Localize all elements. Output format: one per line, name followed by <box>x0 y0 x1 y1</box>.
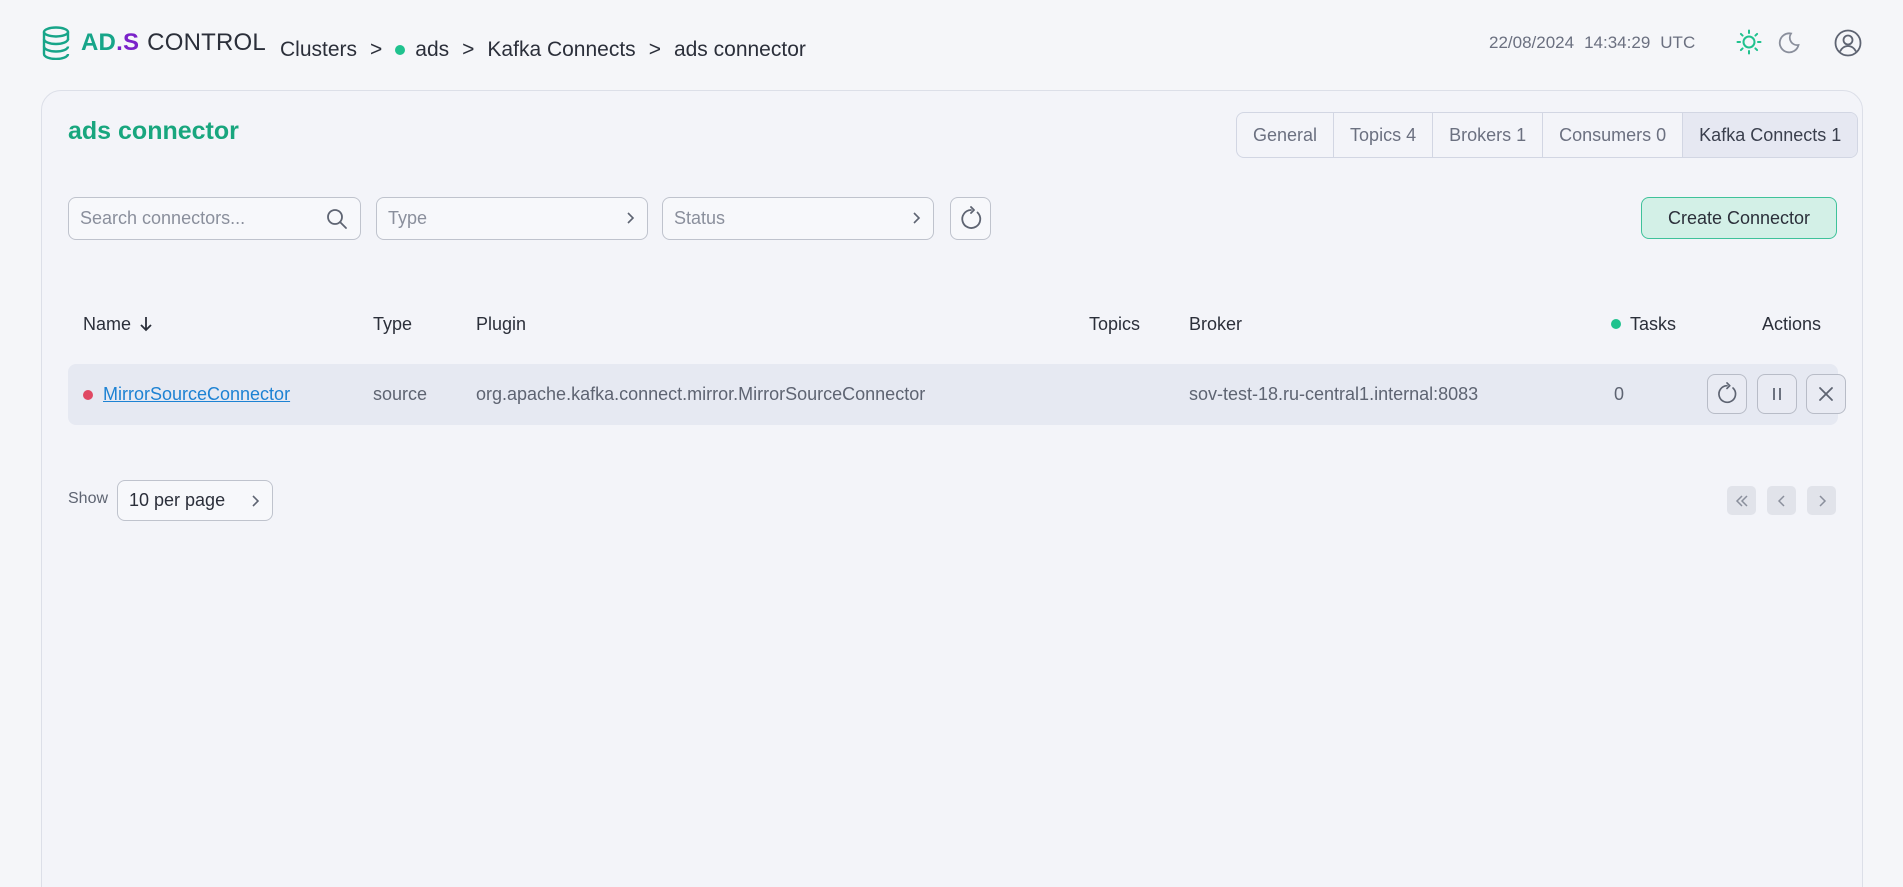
app-header: AD. S CONTROL Clusters > ads > Kafka Conn… <box>0 0 1903 90</box>
database-logo-icon <box>42 26 70 60</box>
tab-general[interactable]: General <box>1237 113 1335 157</box>
time-text: 14:34:29 <box>1584 33 1651 52</box>
column-broker-header: Broker <box>1189 313 1243 334</box>
page-title: ads connector <box>68 117 239 145</box>
tab-consumers[interactable]: Consumers 0 <box>1543 113 1684 157</box>
moon-icon <box>1778 32 1800 54</box>
breadcrumb: Clusters > ads > Kafka Connects > ads co… <box>280 38 806 62</box>
breadcrumb-separator: > <box>462 38 475 61</box>
connector-status-dot <box>83 389 93 400</box>
next-page-button[interactable] <box>1807 486 1836 515</box>
connector-type-cell: source <box>373 384 428 404</box>
refresh-button[interactable] <box>950 197 991 240</box>
timezone-text: UTC <box>1660 33 1696 52</box>
double-chevron-left-icon <box>1735 494 1748 507</box>
column-name-header[interactable]: Name <box>83 309 154 339</box>
table-row: MirrorSourceConnector source org.apache.… <box>68 364 1846 425</box>
connector-card: ads connector General Topics 4 Brokers 1… <box>41 90 1863 887</box>
chevron-left-icon <box>1777 494 1785 507</box>
create-connector-button[interactable]: Create Connector <box>1641 197 1837 239</box>
breadcrumb-clusters[interactable]: Clusters <box>280 38 357 62</box>
type-filter-placeholder: Type <box>388 208 428 228</box>
server-datetime: 22/08/2024 14:34:29 UTC <box>1489 33 1695 53</box>
restart-icon <box>1718 382 1737 404</box>
table-header: Name Type Plugin Topics Broker Tasks Act… <box>68 309 1838 339</box>
tab-topics[interactable]: Topics 4 <box>1334 113 1434 157</box>
search-icon[interactable] <box>325 207 349 231</box>
tab-brokers[interactable]: Brokers 1 <box>1433 113 1544 157</box>
date-text: 22/08/2024 <box>1489 33 1575 52</box>
search-box <box>68 197 361 240</box>
column-tasks-header: Tasks <box>1611 309 1676 339</box>
logo-ad: AD <box>81 29 117 56</box>
column-plugin-header: Plugin <box>476 313 527 334</box>
breadcrumb-cluster-ads[interactable]: ads <box>415 38 449 62</box>
pause-icon <box>1773 388 1781 400</box>
logo-text: AD. S CONTROL <box>81 29 266 57</box>
restart-connector-button[interactable] <box>1707 374 1747 414</box>
pause-connector-button[interactable] <box>1757 374 1797 414</box>
connector-tasks-cell: 0 <box>1613 384 1624 404</box>
search-input[interactable] <box>69 208 309 229</box>
cluster-status-dot <box>395 45 406 55</box>
type-filter-select[interactable]: Type <box>376 197 648 240</box>
chevron-right-icon <box>913 212 921 224</box>
tab-kafka-connects[interactable]: Kafka Connects 1 <box>1683 113 1858 157</box>
column-topics-header: Topics <box>1089 313 1141 334</box>
delete-connector-button[interactable] <box>1806 374 1846 414</box>
column-actions-header: Actions <box>1762 313 1822 334</box>
tasks-status-dot <box>1611 319 1621 329</box>
logo-s: S <box>122 29 140 56</box>
logo-control: CONTROL <box>147 29 266 56</box>
breadcrumb-kafka-connects[interactable]: Kafka Connects <box>487 38 635 62</box>
breadcrumb-current: ads connector <box>673 38 806 61</box>
column-type-header: Type <box>373 313 413 334</box>
user-icon <box>1834 29 1862 57</box>
per-page-select[interactable]: 10 per page <box>117 480 273 521</box>
cluster-tabs: General Topics 4 Brokers 1 Consumers 0 K… <box>1236 112 1859 158</box>
column-name-label: Name <box>83 313 132 334</box>
column-tasks-label: Tasks <box>1630 313 1677 334</box>
dark-theme-button[interactable] <box>1777 31 1801 55</box>
show-label: Show <box>68 490 109 507</box>
per-page-value: 10 per page <box>129 490 226 510</box>
user-menu-button[interactable] <box>1834 29 1862 57</box>
status-filter-placeholder: Status <box>674 208 726 228</box>
sort-down-icon <box>140 317 152 332</box>
connector-plugin-cell: org.apache.kafka.connect.mirror.MirrorSo… <box>476 384 926 404</box>
connector-broker-cell: sov-test-18.ru-central1.internal:8083 <box>1189 384 1479 404</box>
refresh-icon <box>960 205 981 229</box>
breadcrumb-separator: > <box>648 38 661 61</box>
close-icon <box>1819 387 1833 401</box>
status-filter-select[interactable]: Status <box>662 197 934 240</box>
chevron-right-icon <box>1818 494 1826 507</box>
connector-name-cell: MirrorSourceConnector <box>83 364 290 425</box>
sun-icon <box>1736 29 1762 55</box>
chevron-right-icon <box>627 212 635 224</box>
first-page-button[interactable] <box>1727 486 1756 515</box>
breadcrumb-separator: > <box>370 38 383 61</box>
connector-name-link[interactable]: MirrorSourceConnector <box>103 384 290 405</box>
light-theme-button[interactable] <box>1736 29 1762 55</box>
chevron-right-icon <box>252 495 260 507</box>
app-logo[interactable]: AD. S CONTROL <box>41 26 266 60</box>
logo-dot: . <box>116 29 123 56</box>
previous-page-button[interactable] <box>1767 486 1796 515</box>
